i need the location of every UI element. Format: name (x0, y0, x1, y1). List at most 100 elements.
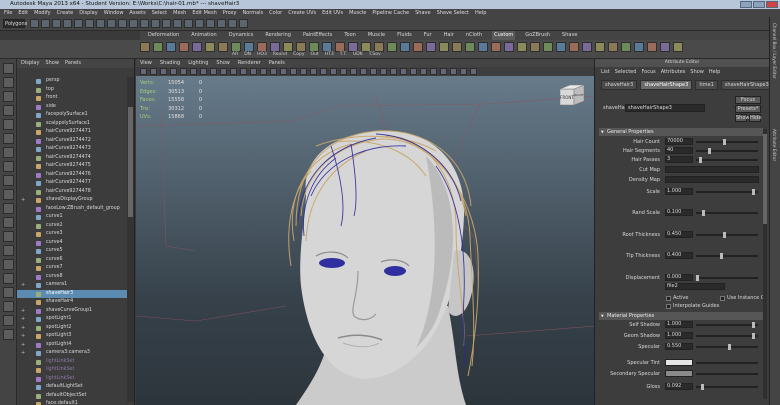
cut-map-field[interactable] (665, 166, 759, 173)
self-shadow-slider[interactable] (696, 322, 758, 328)
shelf-tab-animation[interactable]: Animation (189, 31, 219, 40)
toolbox-tool-icon[interactable] (3, 133, 14, 144)
viewport-toolbar-icon[interactable] (150, 68, 157, 75)
outliner-menu-show[interactable]: Show (45, 59, 59, 68)
viewport-toolbar-icon[interactable] (400, 68, 407, 75)
viewport-toolbar-icon[interactable] (370, 68, 377, 75)
status-tool-icon[interactable] (129, 19, 138, 28)
outliner-scrollbar[interactable] (127, 77, 134, 402)
attr-menu-selected[interactable]: Selected (615, 67, 637, 77)
outliner-item[interactable]: persp (17, 77, 127, 86)
outliner-item[interactable]: facepolySurface1 (17, 111, 127, 120)
secondary-specular-slider[interactable] (696, 373, 758, 375)
shelf-tab-hair[interactable]: Hair (442, 31, 456, 40)
outliner-item[interactable]: top (17, 86, 127, 95)
hide-button[interactable]: Hide (749, 114, 761, 122)
tip-thickness-field[interactable]: 0.400 (665, 252, 693, 259)
displacement-slider-knob[interactable] (696, 275, 699, 281)
specular-field[interactable]: 0.550 (665, 343, 693, 350)
outliner-item[interactable]: hairCurve9274474 (17, 154, 127, 163)
toolbox-tool-icon[interactable] (3, 315, 14, 326)
root-thickness-slider[interactable] (696, 232, 758, 238)
hair-count-slider-knob[interactable] (722, 139, 726, 145)
shelf-tab-muscle[interactable]: Muscle (366, 31, 387, 40)
outliner-item[interactable]: lightLinkSet (17, 366, 127, 375)
status-tool-icon[interactable] (96, 19, 105, 28)
outliner-item[interactable]: camera3:camera3 (17, 349, 127, 358)
viewport-toolbar-icon[interactable] (250, 68, 257, 75)
channel-box-tab[interactable]: Channel Box / Layer Editor (772, 23, 777, 79)
toolbox-tool-icon[interactable] (3, 259, 14, 270)
shelf-tab-rendering[interactable]: Rendering (263, 31, 293, 40)
shelf-tool-icon[interactable] (374, 42, 384, 52)
outliner-item[interactable]: curve1 (17, 213, 127, 222)
viewport-menu-show[interactable]: Show (216, 59, 230, 67)
gloss-field[interactable]: 0.092 (665, 383, 693, 390)
attr-menu-help[interactable]: Help (709, 67, 720, 77)
toolbox-tool-icon[interactable] (3, 105, 14, 116)
viewport-menu-lighting[interactable]: Lighting (188, 59, 208, 67)
shelf-tool-icon[interactable] (335, 42, 345, 52)
outliner-item[interactable]: lightLinkSet (17, 375, 127, 384)
outliner-item[interactable]: shaveHair4 (17, 298, 127, 307)
viewport-toolbar-icon[interactable] (330, 68, 337, 75)
use-instance-checkbox[interactable] (720, 296, 725, 301)
toolbox-tool-icon[interactable] (3, 231, 14, 242)
outliner-item[interactable]: spotLight2 (17, 324, 127, 333)
outliner-item[interactable]: hairCurve9274476 (17, 171, 127, 180)
outliner-item[interactable]: curve5 (17, 247, 127, 256)
general-properties-header[interactable]: General Properties (599, 128, 763, 136)
shelf-tab-ncloth[interactable]: nCloth (464, 31, 484, 40)
viewport-toolbar-icon[interactable] (340, 68, 347, 75)
hair-segments-slider-knob[interactable] (707, 148, 711, 154)
rand-scale-slider-knob[interactable] (701, 210, 705, 216)
shelf-tool-icon[interactable] (465, 42, 475, 52)
maximize-button[interactable] (753, 1, 765, 8)
viewport-toolbar-icon[interactable] (140, 68, 147, 75)
shelf-tool-icon[interactable] (231, 42, 241, 52)
toolbox-tool-icon[interactable] (3, 77, 14, 88)
root-thickness-slider-knob[interactable] (722, 232, 726, 238)
toolbox-tool-icon[interactable] (3, 287, 14, 298)
menu-proxy[interactable]: Proxy (223, 9, 237, 17)
outliner-menu-panels[interactable]: Panels (65, 59, 81, 68)
toolbox-tool-icon[interactable] (3, 301, 14, 312)
status-tool-icon[interactable] (173, 19, 182, 28)
gloss-slider-knob[interactable] (701, 384, 705, 390)
shelf-tool-icon[interactable] (179, 42, 189, 52)
attribute-editor-tab[interactable]: Attribute Editor (772, 129, 777, 161)
status-tool-icon[interactable] (195, 19, 204, 28)
shelf-tab-dynamics[interactable]: Dynamics (227, 31, 256, 40)
menu-edit[interactable]: Edit (18, 9, 28, 17)
shelf-tool-icon[interactable] (257, 42, 267, 52)
viewport-toolbar-icon[interactable] (270, 68, 277, 75)
shelf-tool-icon[interactable] (309, 42, 319, 52)
outliner-item[interactable]: curve3 (17, 230, 127, 239)
viewport-toolbar-icon[interactable] (420, 68, 427, 75)
shelf-tab-toon[interactable]: Toon (342, 31, 358, 40)
outliner-item[interactable]: faceLow:ZBrush_default_group (17, 205, 127, 214)
shelf-tool-icon[interactable] (361, 42, 371, 52)
scale-slider-knob[interactable] (752, 189, 756, 195)
attribute-editor-scroll-thumb[interactable] (763, 134, 767, 224)
menu-pipeline-cache[interactable]: Pipeline Cache (372, 9, 409, 17)
shelf-tool-icon[interactable] (556, 42, 566, 52)
geom-shadow-slider[interactable] (696, 333, 758, 339)
show-button[interactable]: Show (735, 114, 750, 122)
status-tool-icon[interactable] (52, 19, 61, 28)
outliner-scroll-thumb[interactable] (128, 107, 133, 217)
toolbox-tool-icon[interactable] (3, 147, 14, 158)
root-thickness-field[interactable]: 0.450 (665, 231, 693, 238)
menu-normals[interactable]: Normals (242, 9, 263, 17)
menu-help[interactable]: Help (475, 9, 486, 17)
shelf-tool-icon[interactable] (153, 42, 163, 52)
secondary-specular-swatch[interactable] (665, 370, 693, 377)
shelf-tool-icon[interactable] (608, 42, 618, 52)
outliner-item[interactable]: camera1 (17, 281, 127, 290)
node-name-field[interactable]: shaveHairShape3 (625, 104, 705, 112)
outliner-item[interactable]: face:default1 (17, 400, 127, 405)
attr-menu-list[interactable]: List (601, 67, 610, 77)
toolbox-tool-icon[interactable] (3, 329, 14, 340)
attr-tab-shavehair3[interactable]: shaveHair3 (601, 80, 638, 90)
outliner-item[interactable]: curve7 (17, 264, 127, 273)
